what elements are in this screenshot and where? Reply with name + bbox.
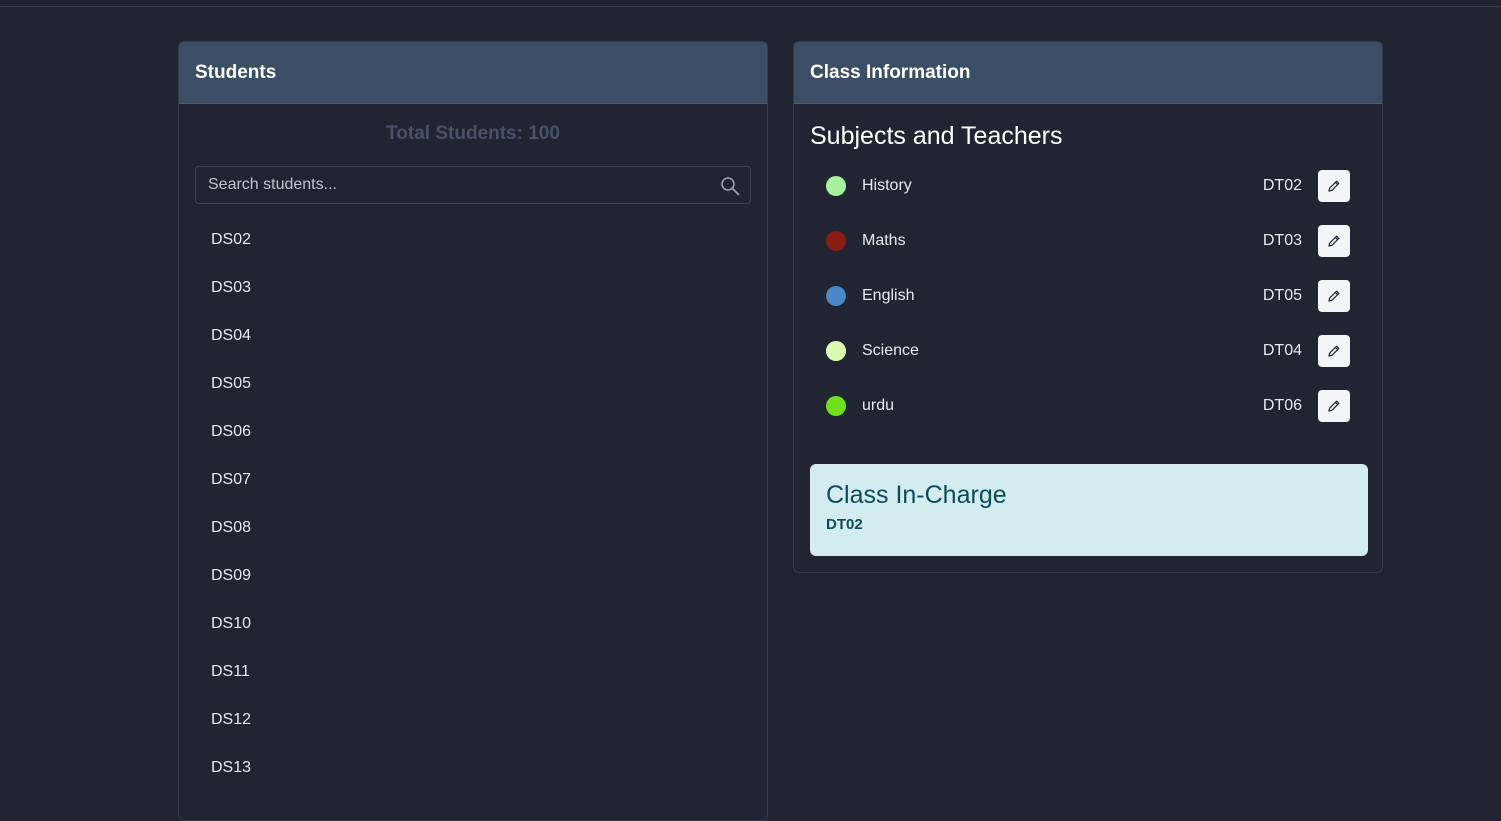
edit-subject-button[interactable]: [1318, 280, 1350, 312]
student-search: [195, 166, 751, 204]
student-list-item[interactable]: DS06: [179, 408, 767, 456]
pencil-icon: [1328, 180, 1340, 192]
search-input[interactable]: [196, 167, 750, 203]
subject-list: History DT02 Maths DT03 English DT05 Science DT…: [794, 162, 1382, 437]
subject-row: History DT02: [794, 162, 1382, 217]
pencil-icon: [1328, 345, 1340, 357]
subjects-heading: Subjects and Teachers: [810, 122, 1063, 150]
student-list-item[interactable]: DS04: [179, 312, 767, 360]
top-divider: [0, 6, 1501, 7]
student-list-item[interactable]: DS13: [179, 744, 767, 792]
subject-color-dot: [826, 341, 846, 361]
subject-row: English DT05: [794, 272, 1382, 327]
students-panel: Students Total Students: 100 DS02DS03DS0…: [178, 41, 768, 821]
subject-name: English: [862, 287, 915, 304]
students-panel-header: Students: [179, 42, 767, 104]
edit-subject-button[interactable]: [1318, 170, 1350, 202]
class-info-panel-title: Class Information: [810, 61, 971, 83]
subject-teacher: DT06: [1262, 397, 1302, 414]
class-in-charge-title: Class In-Charge: [826, 481, 1007, 509]
student-list-item[interactable]: DS12: [179, 696, 767, 744]
student-list-item[interactable]: DS09: [179, 552, 767, 600]
subject-teacher: DT03: [1262, 232, 1302, 249]
class-in-charge-value: DT02: [826, 516, 863, 533]
students-panel-title: Students: [195, 61, 277, 83]
class-in-charge-card: Class In-Charge DT02: [810, 464, 1368, 556]
student-list-item[interactable]: DS03: [179, 264, 767, 312]
student-list-item[interactable]: DS11: [179, 648, 767, 696]
subject-color-dot: [826, 396, 846, 416]
class-info-panel-header: Class Information: [794, 42, 1382, 104]
student-list-item[interactable]: DS02: [179, 216, 767, 264]
subject-name: Science: [862, 342, 919, 359]
pencil-icon: [1328, 290, 1340, 302]
search-icon[interactable]: [720, 176, 740, 196]
subject-row: urdu DT06: [794, 382, 1382, 437]
student-list-item[interactable]: DS05: [179, 360, 767, 408]
subject-color-dot: [826, 176, 846, 196]
subject-name: History: [862, 177, 912, 194]
subject-teacher: DT04: [1262, 342, 1302, 359]
subject-row: Science DT04: [794, 327, 1382, 382]
subject-color-dot: [826, 231, 846, 251]
subject-color-dot: [826, 286, 846, 306]
subject-name: urdu: [862, 397, 895, 414]
class-info-panel: Class Information Subjects and Teachers …: [793, 41, 1383, 573]
subject-name: Maths: [862, 232, 906, 249]
subject-teacher: DT02: [1262, 177, 1302, 194]
pencil-icon: [1328, 400, 1340, 412]
student-list-item[interactable]: DS07: [179, 456, 767, 504]
student-list-item[interactable]: DS08: [179, 504, 767, 552]
subject-teacher: DT05: [1262, 287, 1302, 304]
subject-row: Maths DT03: [794, 217, 1382, 272]
student-list: DS02 DS03 DS04 DS05 DS06 DS07 DS08 DS09 DS10 DS11…: [179, 216, 767, 792]
total-students: Total Students: 100: [386, 123, 560, 144]
edit-subject-button[interactable]: [1318, 335, 1350, 367]
student-list-item[interactable]: DS10: [179, 600, 767, 648]
pencil-icon: [1328, 235, 1340, 247]
edit-subject-button[interactable]: [1318, 225, 1350, 257]
edit-subject-button[interactable]: [1318, 390, 1350, 422]
